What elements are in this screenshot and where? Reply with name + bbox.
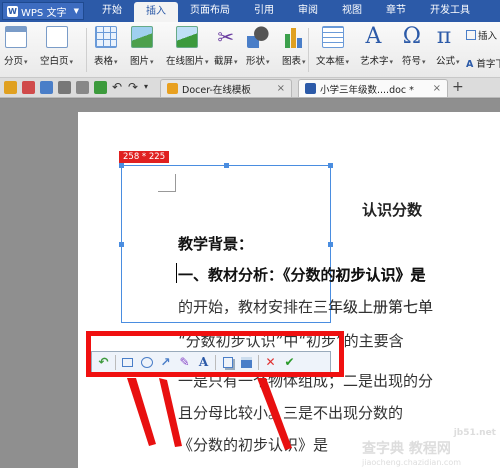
annotation-arrows: [127, 378, 292, 450]
watermark-url: jiaocheng.chazidian.com: [362, 458, 462, 467]
annotation-arrow: [257, 378, 292, 450]
watermark-site: jb51.net: [453, 428, 496, 438]
annotation-arrow: [159, 378, 182, 447]
watermark-title: 查字典 教程网: [362, 441, 451, 457]
watermark: jb51.net 查字典 教程网 jiaocheng.chazidian.com: [362, 428, 500, 468]
annotation-arrow: [127, 378, 156, 446]
